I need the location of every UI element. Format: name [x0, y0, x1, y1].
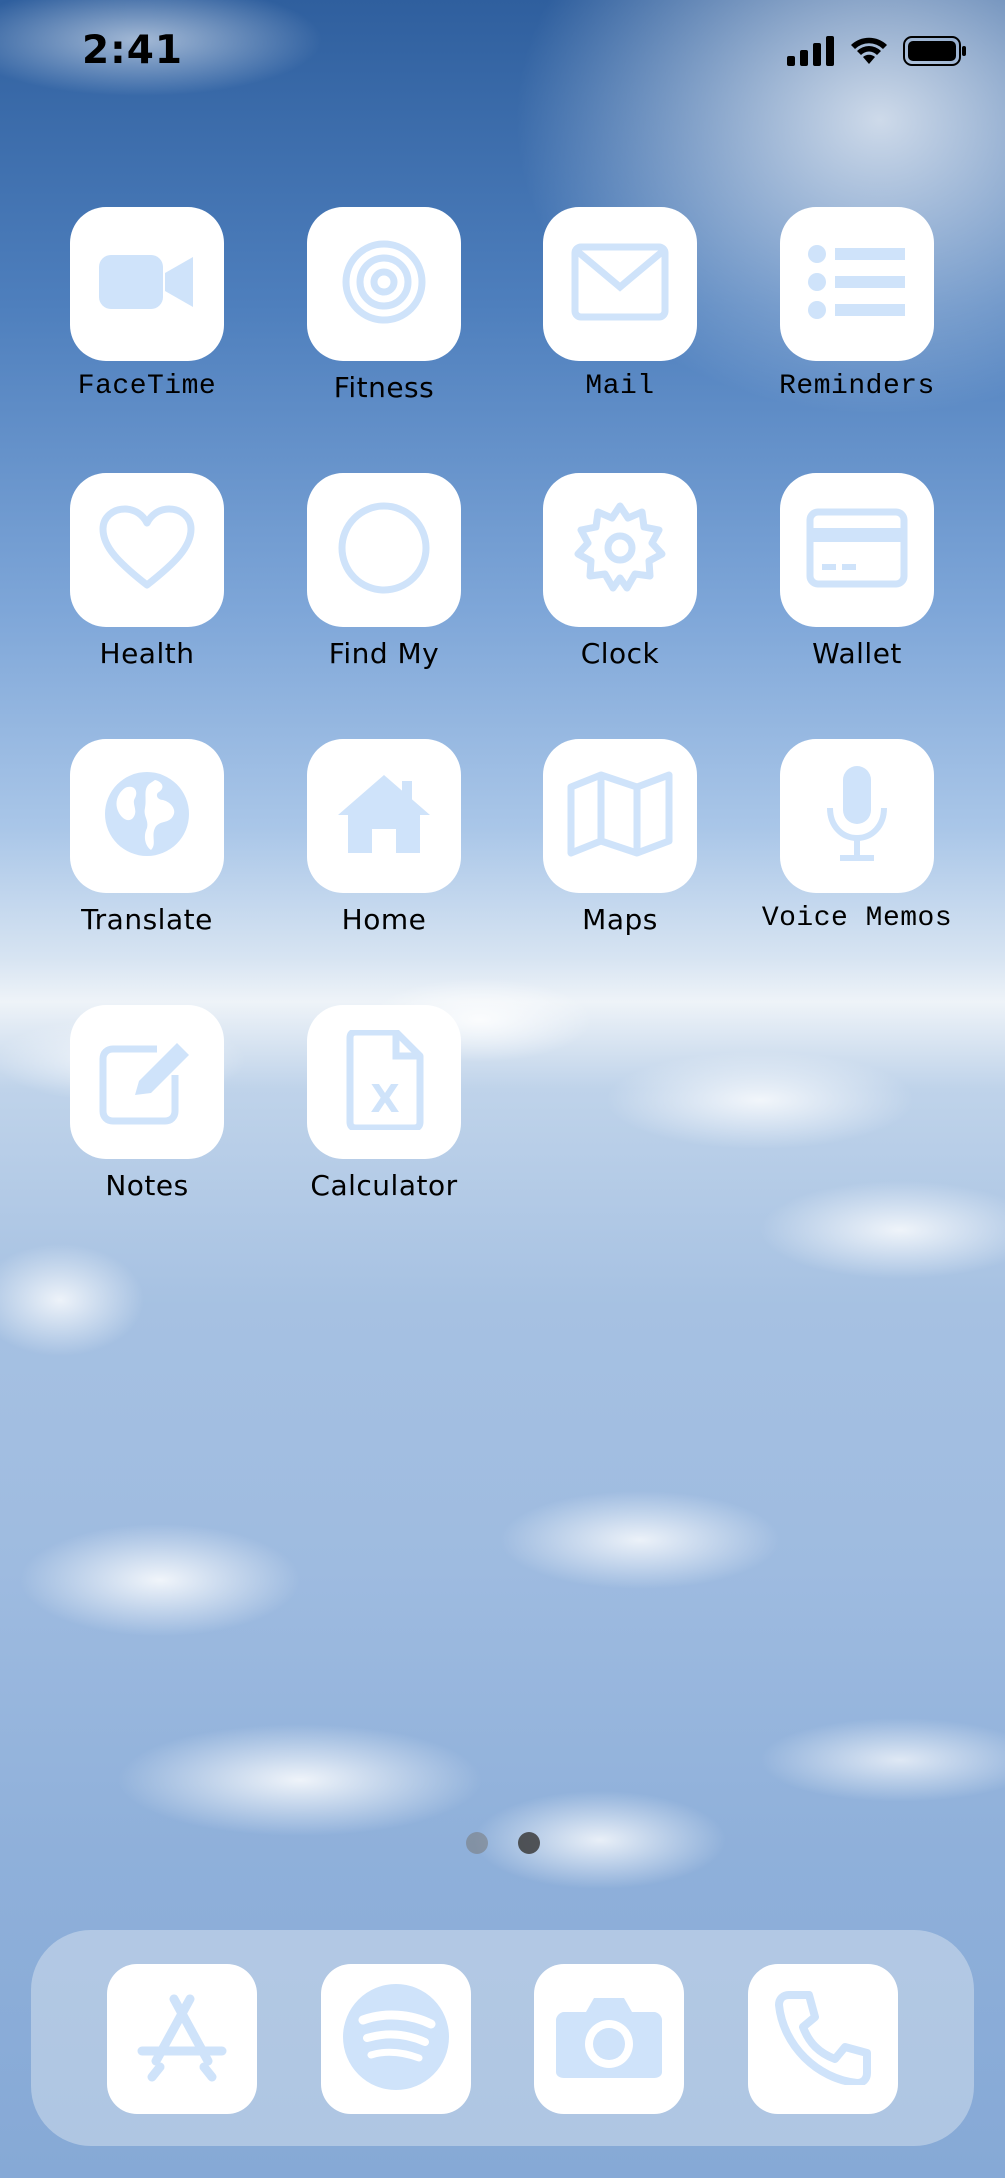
globe-icon — [99, 766, 195, 866]
wifi-icon — [849, 36, 889, 70]
dock-camera[interactable] — [534, 1964, 684, 2114]
wallet-tile[interactable] — [780, 473, 934, 627]
app-label: Voice Memos — [761, 903, 953, 934]
gear-icon — [572, 500, 668, 600]
house-icon — [334, 771, 434, 861]
app-label: Translate — [81, 903, 213, 936]
svg-text:X: X — [370, 1077, 399, 1121]
page-dot-1[interactable] — [465, 1832, 488, 1854]
video-camera-icon — [97, 247, 197, 321]
dock-spotify[interactable] — [321, 1964, 471, 2114]
app-label: Home — [341, 903, 427, 936]
voice-memos-tile[interactable] — [780, 739, 934, 893]
heart-icon — [99, 505, 195, 595]
notes-tile[interactable] — [70, 1005, 224, 1159]
maps-tile[interactable] — [543, 739, 697, 893]
status-bar: 2:41 — [0, 0, 1005, 100]
circle-icon — [336, 500, 432, 600]
credit-card-icon — [806, 508, 908, 592]
clock-tile[interactable] — [543, 473, 697, 627]
app-label: FaceTime — [77, 371, 217, 402]
app-label: Health — [99, 637, 195, 670]
mail-tile[interactable] — [543, 207, 697, 361]
target-rings-icon — [341, 239, 427, 329]
camera-icon — [554, 1994, 664, 2084]
translate-tile[interactable] — [70, 739, 224, 893]
status-icons — [787, 36, 967, 70]
app-label: Maps — [582, 903, 658, 936]
calculator-tile[interactable]: X — [307, 1005, 461, 1159]
app-label: Clock — [580, 637, 660, 670]
app-label: Reminders — [779, 371, 935, 402]
app-label: Fitness — [333, 371, 435, 404]
app-label: Notes — [105, 1169, 189, 1202]
page-dot-2[interactable] — [517, 1832, 540, 1854]
app-label: Calculator — [310, 1169, 458, 1202]
map-icon — [565, 771, 675, 861]
facetime-tile[interactable] — [70, 207, 224, 361]
health-tile[interactable] — [70, 473, 224, 627]
dock-phone[interactable] — [748, 1964, 898, 2114]
list-icon — [807, 242, 907, 326]
envelope-icon — [571, 243, 669, 325]
excel-file-icon: X — [344, 1028, 424, 1134]
reminders-tile[interactable] — [780, 207, 934, 361]
fitness-tile[interactable] — [307, 207, 461, 361]
app-label: Wallet — [812, 637, 902, 670]
phone-icon — [775, 1989, 871, 2089]
dock-app-store[interactable] — [107, 1964, 257, 2114]
app-label: Mail — [585, 371, 655, 402]
microphone-icon — [822, 764, 892, 868]
app-label: Find My — [328, 637, 440, 670]
spotify-icon — [341, 1982, 451, 2096]
home-tile[interactable] — [307, 739, 461, 893]
cellular-signal-icon — [787, 36, 835, 70]
status-time: 2:41 — [82, 28, 184, 73]
battery-icon — [903, 36, 967, 70]
find-my-tile[interactable] — [307, 473, 461, 627]
page-indicator[interactable] — [0, 1832, 1005, 1854]
dock — [31, 1930, 974, 2146]
app-store-icon — [134, 1989, 230, 2089]
pencil-square-icon — [97, 1035, 197, 1129]
